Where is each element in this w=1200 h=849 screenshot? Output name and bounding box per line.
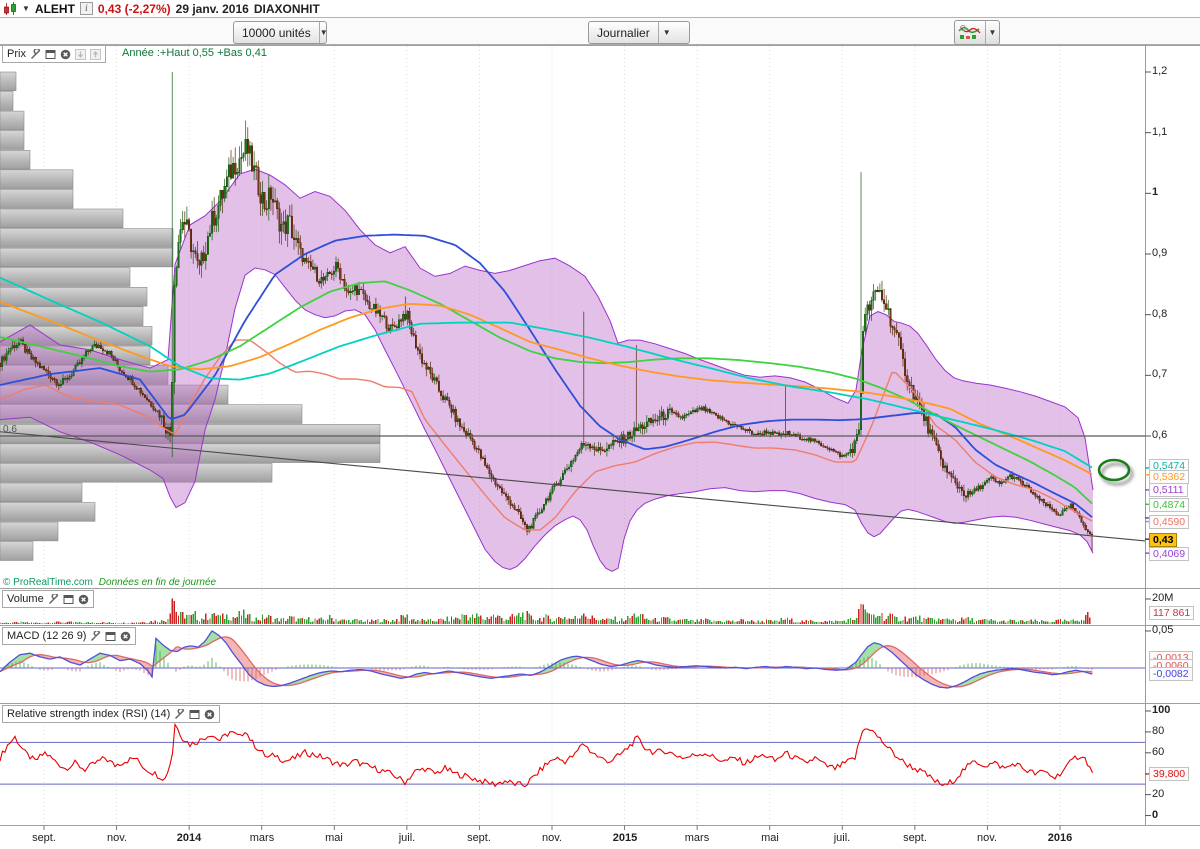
units-dropdown-value: 10000 unités (234, 26, 319, 40)
rsi-tick-label: 0 (1152, 809, 1158, 821)
last-price: 0,43 (-2,27%) (98, 2, 171, 16)
prorealtime-brand: © ProRealTime.com (3, 577, 93, 588)
window-icon[interactable] (63, 594, 74, 605)
month-axis-label: sept. (22, 832, 66, 844)
trading-app-window: ▼ ALEHT i 0,43 (-2,27%) 29 janv. 2016 DI… (0, 0, 1200, 849)
macd-value-label: -0,0082 (1149, 667, 1193, 681)
price-tick-label: 0,7 (1152, 368, 1167, 380)
price-tick-label: 0,9 (1152, 247, 1167, 259)
exchange-label: DIAXONHIT (254, 2, 320, 16)
end-of-day-note: Données en fin de journée (99, 577, 216, 588)
rsi-tick-label: 20 (1152, 788, 1164, 800)
price-tick-label: 0,6 (1152, 429, 1167, 441)
month-axis-label: nov. (95, 832, 139, 844)
copyright-note: © ProRealTime.com Données en fin de journ… (3, 577, 216, 588)
symbol-label: ALEHT (35, 2, 75, 16)
rsi-panel-header: Relative strength index (RSI) (14) (2, 705, 220, 723)
close-icon[interactable] (78, 594, 89, 605)
candlestick-logo-icon (3, 1, 17, 16)
volume-panel-header: Volume (2, 590, 94, 608)
units-dropdown[interactable]: 10000 unités ▼ (233, 21, 327, 44)
month-axis-label: 2014 (167, 832, 211, 844)
wrench-icon[interactable] (90, 631, 101, 642)
rsi-last-label: 39,800 (1149, 767, 1189, 781)
price-tick-label: 1 (1152, 186, 1158, 198)
macd-scale-label: 0,05 (1152, 624, 1173, 636)
month-axis-label: mai (748, 832, 792, 844)
indicator-value-label: 0,4874 (1149, 498, 1189, 512)
window-icon[interactable] (45, 49, 56, 60)
symbol-dropdown-caret[interactable]: ▼ (22, 4, 30, 13)
move-down-icon[interactable] (75, 49, 86, 60)
wrench-icon[interactable] (30, 49, 41, 60)
units-dropdown-caret-icon[interactable]: ▼ (319, 22, 328, 43)
month-axis-label: juil. (820, 832, 864, 844)
period-dropdown-caret-icon[interactable]: ▼ (658, 22, 675, 43)
price-panel-title: Prix (7, 48, 26, 60)
chart-type-icon (955, 24, 985, 41)
toolbar: 10000 unités ▼ Journalier ▼ ▼ (0, 18, 1200, 45)
month-axis-label: juil. (385, 832, 429, 844)
period-dropdown-value: Journalier (589, 26, 658, 40)
rsi-tick-label: 80 (1152, 725, 1164, 737)
month-axis-label: sept. (893, 832, 937, 844)
indicator-value-label: 0,4590 (1149, 515, 1189, 529)
chart-type-button[interactable]: ▼ (954, 20, 1000, 45)
window-icon[interactable] (105, 631, 116, 642)
month-axis-label: nov. (965, 832, 1009, 844)
quote-bar: ▼ ALEHT i 0,43 (-2,27%) 29 janv. 2016 DI… (0, 0, 1200, 18)
period-dropdown[interactable]: Journalier ▼ (588, 21, 690, 44)
month-axis-label: 2015 (603, 832, 647, 844)
hline-value-label: 0,6 (3, 424, 17, 435)
month-axis-label: 2016 (1038, 832, 1082, 844)
volume-panel-title: Volume (7, 593, 44, 605)
info-icon[interactable]: i (80, 2, 93, 15)
volume-max-label: 20M (1152, 592, 1173, 604)
indicator-value-label: 0,4069 (1149, 547, 1189, 561)
macd-panel-title: MACD (12 26 9) (7, 630, 86, 642)
indicator-value-label: 0,5362 (1149, 470, 1189, 484)
price-tick-label: 1,1 (1152, 126, 1167, 138)
last-price-label: 0,43 (1149, 533, 1177, 547)
price-panel-header: Prix (2, 45, 106, 63)
close-icon[interactable] (60, 49, 71, 60)
month-axis-label: sept. (457, 832, 501, 844)
wrench-icon[interactable] (174, 709, 185, 720)
macd-panel-header: MACD (12 26 9) (2, 627, 136, 645)
month-axis-label: mai (312, 832, 356, 844)
quote-date: 29 janv. 2016 (176, 2, 249, 16)
wrench-icon[interactable] (48, 594, 59, 605)
month-axis-label: mars (675, 832, 719, 844)
rsi-tick-label: 60 (1152, 746, 1164, 758)
volume-last-label: 117 861 (1149, 606, 1194, 620)
price-tick-label: 1,2 (1152, 65, 1167, 77)
close-icon[interactable] (204, 709, 215, 720)
close-icon[interactable] (120, 631, 131, 642)
price-tick-label: 0,8 (1152, 308, 1167, 320)
indicator-value-label: 0,5111 (1149, 483, 1188, 497)
month-axis-label: mars (240, 832, 284, 844)
window-icon[interactable] (189, 709, 200, 720)
rsi-tick-label: 100 (1152, 704, 1170, 716)
year-high-low-stats: Année :+Haut 0,55 +Bas 0,41 (122, 47, 267, 59)
chart-type-caret-icon[interactable]: ▼ (985, 21, 999, 44)
month-axis-label: nov. (530, 832, 574, 844)
rsi-panel-title: Relative strength index (RSI) (14) (7, 708, 170, 720)
move-up-icon[interactable] (90, 49, 101, 60)
